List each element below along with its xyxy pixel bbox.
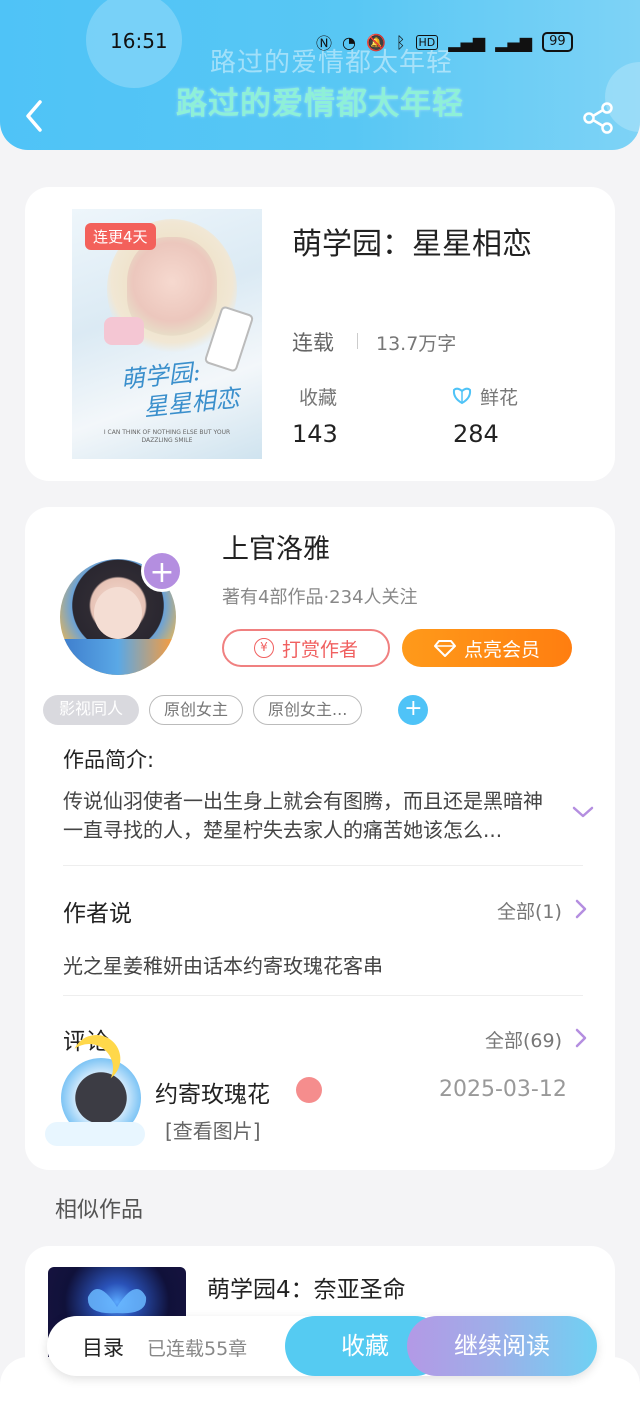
author-says-all-link[interactable]: 全部(1) [497, 897, 562, 924]
tag-item[interactable]: 原创女主 [149, 695, 244, 725]
avatar-face [94, 587, 142, 639]
yuan-icon: ¥ [253, 638, 274, 658]
flowers-label: 鲜花 [480, 387, 519, 409]
commenter-name[interactable]: 约寄玫瑰花 [155, 1075, 270, 1109]
chevron-down-icon[interactable] [571, 802, 595, 822]
status-time: 16:51 [110, 29, 168, 53]
avatar-decor [60, 639, 176, 675]
comment-date: 2025-03-12 [439, 1077, 567, 1102]
commenter-avatar[interactable] [45, 1044, 153, 1152]
flowers-count: 284 [453, 420, 499, 448]
word-count: 13.7万字 [376, 333, 457, 355]
serial-status: 连载 [292, 331, 334, 355]
signal-5g-icon: ▂▄▆ [495, 32, 533, 52]
action-bar: 目录 已连载55章 收藏 继续阅读 [47, 1316, 597, 1376]
tag-item[interactable]: 原创女主... [253, 695, 363, 725]
divider [63, 995, 583, 996]
divider [357, 333, 358, 349]
share-icon[interactable] [580, 100, 616, 136]
detail-card: + 上官洛雅 著有4部作品·234人关注 ¥ 打赏作者 点亮会员 影视同人 原创… [25, 507, 615, 1170]
update-badge: 连更4天 [85, 223, 156, 250]
battery-icon: 99 [542, 32, 573, 52]
cover-art-camera [104, 317, 144, 345]
tip-author-label: 打赏作者 [281, 638, 358, 661]
divider [63, 865, 583, 866]
author-says-text: 光之星姜稚妍由话本约寄玫瑰花客串 [63, 954, 383, 978]
continue-reading-button[interactable]: 继续阅读 [407, 1316, 597, 1376]
tag-list: 影视同人 原创女主 原创女主... + [43, 695, 429, 725]
status-icons: Ⓝ ◔ 🔕 ᛒ HD ▂▄▆ ▂▄▆ 99 [316, 30, 573, 54]
favorites-label: 收藏 [299, 387, 338, 409]
favorites-count: 143 [292, 420, 338, 448]
vip-badge-icon [296, 1077, 322, 1103]
status-bar: 16:51 路过的爱情都太年轻 Ⓝ ◔ 🔕 ᛒ HD ▂▄▆ ▂▄▆ 99 [0, 22, 640, 78]
similar-book-title[interactable]: 萌学园4：奈亚圣命 [207, 1270, 406, 1304]
toc-button[interactable]: 目录 [82, 1332, 124, 1362]
nfc-icon: Ⓝ [316, 34, 333, 53]
hd-icon: HD [415, 34, 439, 50]
follow-author-button[interactable]: + [141, 550, 183, 592]
chapter-count: 已连载55章 [147, 1338, 248, 1360]
flower-icon [452, 387, 472, 405]
vip-button[interactable]: 点亮会员 [402, 629, 572, 667]
cover-small-text: I CAN THINK OF NOTHING ELSE BUT YOUR DAZ… [103, 429, 231, 444]
diamond-icon [433, 640, 456, 657]
synopsis-heading: 作品简介: [63, 748, 155, 772]
author-says-heading: 作者说 [63, 901, 132, 927]
add-tag-button[interactable]: + [398, 695, 429, 725]
header: 16:51 路过的爱情都太年轻 Ⓝ ◔ 🔕 ᛒ HD ▂▄▆ ▂▄▆ 99 路过… [0, 0, 640, 150]
alarm-icon: ◔ [342, 32, 356, 52]
comments-all-link[interactable]: 全部(69) [485, 1026, 562, 1053]
book-info-card: 萌学园: 星星相恋 I CAN THINK OF NOTHING ELSE BU… [25, 187, 615, 481]
chevron-right-icon[interactable] [573, 898, 589, 920]
cover-script-title: 萌学园: 星星相恋 [119, 353, 241, 425]
book-title: 萌学园：星星相恋 [292, 227, 532, 262]
synopsis-text[interactable]: 传说仙羽使者一出生身上就会有图腾，而且还是黑暗神一直寻找的人，楚星柠失去家人的痛… [63, 787, 553, 845]
author-name[interactable]: 上官洛雅 [222, 527, 330, 566]
tag-item[interactable]: 影视同人 [43, 695, 139, 725]
vip-label: 点亮会员 [463, 638, 540, 661]
tip-author-button[interactable]: ¥ 打赏作者 [222, 629, 390, 667]
bluetooth-icon: ᛒ [395, 32, 406, 52]
cloud-decor [45, 1122, 145, 1146]
chevron-right-icon[interactable] [573, 1027, 589, 1049]
signal-4g-icon: ▂▄▆ [448, 32, 486, 52]
comment-text[interactable]: [查看图片] [165, 1115, 261, 1144]
author-meta: 著有4部作品·234人关注 [222, 587, 418, 608]
similar-heading: 相似作品 [55, 1198, 144, 1223]
mute-icon: 🔕 [365, 32, 386, 52]
page-title: 路过的爱情都太年轻 [176, 86, 464, 122]
